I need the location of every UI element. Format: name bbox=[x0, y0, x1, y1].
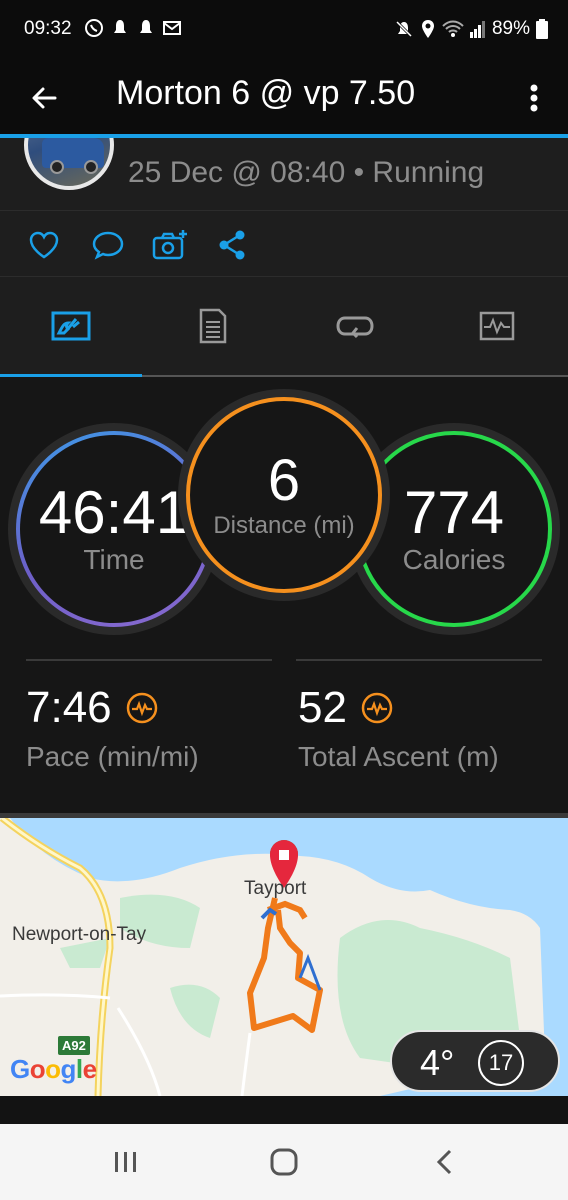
more-options-button[interactable] bbox=[518, 76, 550, 120]
time-value: 46:41 bbox=[38, 479, 190, 546]
tab-overview[interactable] bbox=[0, 277, 142, 374]
notification-icon bbox=[140, 20, 152, 33]
divider bbox=[26, 659, 272, 661]
like-icon bbox=[29, 231, 59, 259]
google-logo: Google bbox=[10, 1054, 97, 1084]
weather-badge[interactable]: 4° 17 bbox=[390, 1030, 560, 1092]
add-photo-icon bbox=[152, 230, 187, 260]
signal-icon bbox=[469, 21, 485, 38]
pulse-chart-icon[interactable] bbox=[361, 692, 393, 724]
system-nav-bar bbox=[0, 1124, 568, 1200]
more-vertical-icon bbox=[530, 84, 538, 112]
mute-icon bbox=[395, 20, 413, 38]
add-photo-button[interactable] bbox=[152, 227, 188, 263]
page-title: Morton 6 @ vp 7.50 bbox=[116, 74, 416, 112]
route-map[interactable]: Tayport Newport-on-Tay A92 Google 4° 17 bbox=[0, 818, 568, 1096]
stats-panel: 46:41 Time 774 Calories 6 Distance (mi) … bbox=[0, 377, 568, 813]
activity-tabs bbox=[0, 276, 568, 378]
location-icon bbox=[421, 20, 434, 38]
status-time: 09:32 bbox=[24, 18, 72, 39]
mail-icon bbox=[163, 21, 181, 35]
status-bar: 09:32 89% bbox=[0, 0, 568, 58]
arrow-back-icon bbox=[32, 87, 57, 109]
recents-icon bbox=[115, 1152, 136, 1172]
notification-icon bbox=[114, 20, 126, 33]
divider bbox=[296, 659, 542, 661]
road-badge: A92 bbox=[58, 1036, 90, 1055]
share-button[interactable] bbox=[214, 227, 250, 263]
social-actions bbox=[0, 210, 568, 276]
home-icon bbox=[270, 1148, 298, 1176]
calories-stat: 774 Calories bbox=[356, 431, 552, 627]
weather-temperature: 4° bbox=[420, 1042, 455, 1083]
whatsapp-icon bbox=[85, 19, 103, 37]
wind-speed-icon: 17 bbox=[478, 1040, 524, 1086]
back-button[interactable] bbox=[22, 76, 66, 120]
back-nav-button[interactable] bbox=[414, 1142, 474, 1182]
battery-percent: 89% bbox=[491, 18, 530, 39]
distance-value: 6 bbox=[267, 448, 301, 513]
comment-icon bbox=[92, 231, 124, 260]
pulse-chart-icon[interactable] bbox=[126, 692, 158, 724]
distance-label: Distance (mi) bbox=[213, 512, 355, 539]
laps-icon bbox=[336, 316, 374, 338]
charts-icon bbox=[479, 311, 515, 340]
pace-label: Pace (min/mi) bbox=[26, 741, 199, 772]
distance-stat: 6 Distance (mi) bbox=[186, 397, 382, 593]
calories-label: Calories bbox=[402, 544, 506, 575]
ascent-stat: 52 Total Ascent (m) bbox=[298, 683, 499, 773]
pace-stat: 7:46 Pace (min/mi) bbox=[26, 683, 199, 773]
pace-value: 7:46 bbox=[26, 683, 112, 732]
recents-button[interactable] bbox=[96, 1142, 156, 1182]
comment-button[interactable] bbox=[90, 227, 126, 263]
ascent-value: 52 bbox=[298, 683, 347, 732]
back-icon bbox=[436, 1149, 452, 1175]
like-button[interactable] bbox=[26, 227, 62, 263]
map-label-town: Newport-on-Tay bbox=[12, 924, 147, 945]
calories-value: 774 bbox=[403, 479, 505, 546]
share-icon bbox=[219, 230, 245, 260]
time-stat: 46:41 Time bbox=[16, 431, 212, 627]
activity-date-type: 25 Dec @ 08:40 • Running bbox=[128, 156, 485, 189]
ascent-label: Total Ascent (m) bbox=[298, 741, 499, 772]
overview-icon bbox=[51, 311, 91, 340]
battery-icon bbox=[536, 19, 548, 39]
home-button[interactable] bbox=[254, 1142, 314, 1182]
app-bar: Morton 6 @ vp 7.50 bbox=[0, 58, 568, 136]
time-label: Time bbox=[83, 544, 145, 575]
map-label-town: Tayport bbox=[244, 878, 307, 899]
activity-header: 25 Dec @ 08:40 • Running bbox=[0, 138, 568, 210]
tab-charts[interactable] bbox=[426, 277, 568, 374]
wifi-icon bbox=[442, 20, 464, 37]
details-icon bbox=[199, 308, 227, 343]
avatar[interactable] bbox=[24, 138, 114, 190]
tab-laps[interactable] bbox=[284, 277, 426, 374]
tab-details[interactable] bbox=[142, 277, 284, 374]
